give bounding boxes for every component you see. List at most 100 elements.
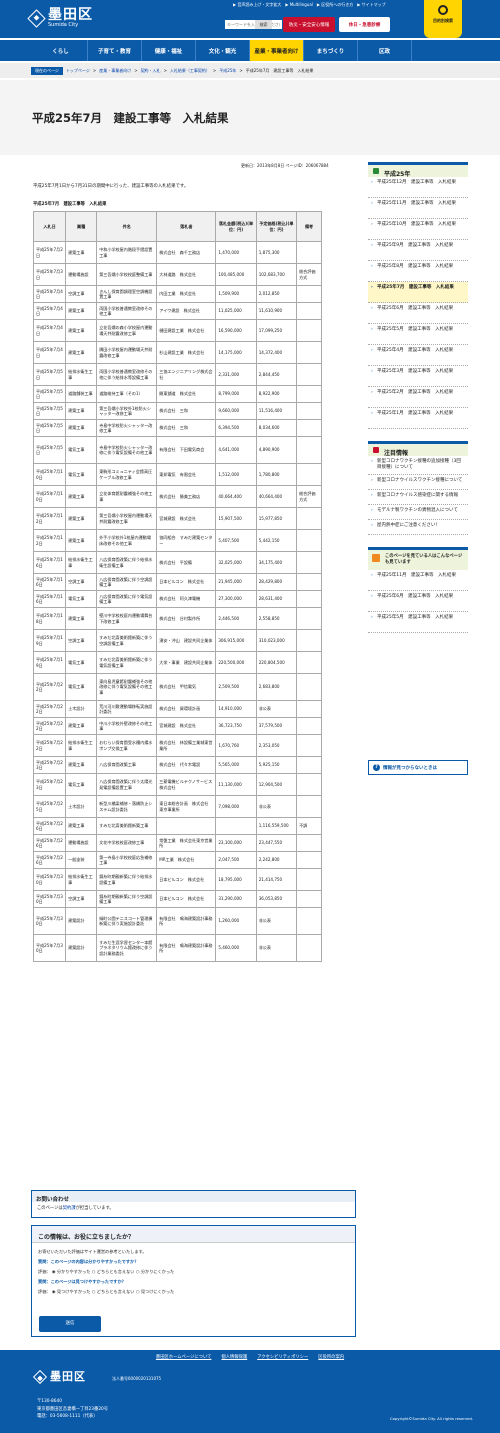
cell-estimate: 40,664,400 xyxy=(255,485,298,508)
footer-link-about[interactable]: 墨田区ホームページについて xyxy=(156,1354,212,1360)
notice-item[interactable]: モデルナ製ワクチンの異物混入について xyxy=(368,505,468,520)
disaster-info-button[interactable]: 防災・安全安心情報 xyxy=(283,17,335,32)
cell-date: 平成25年7月10日 xyxy=(32,485,67,508)
notice-item[interactable]: 新型コロナウイルス感染症に関する情報 xyxy=(368,490,468,505)
breadcrumb-top[interactable]: トップページ xyxy=(66,68,90,74)
radio-neutral-2[interactable]: ○ どちらとも言えない xyxy=(92,1289,135,1294)
col-header-subject: 件名 xyxy=(96,211,158,242)
search-button[interactable]: 検索 xyxy=(255,20,272,29)
search-input[interactable] xyxy=(225,20,282,29)
cell-subject: 寺島中学校防火シャッター改修に伴う電気設備その他工事 xyxy=(96,436,158,464)
radio-hard-to-understand[interactable]: ○ 分かりにくかった xyxy=(136,1269,174,1274)
notice-item[interactable]: 屋内熱中症にご注意ください！ xyxy=(368,520,468,535)
cell-estimate: 11,610,900 xyxy=(255,302,298,320)
cell-date: 平成25年7月16日 xyxy=(32,573,67,591)
footer-link-privacy[interactable]: 個人情報保護 xyxy=(221,1354,247,1360)
sidebar-item-2013-06[interactable]: 平成25年6月 建設工事等 入札結果 xyxy=(368,303,468,324)
breadcrumb-year[interactable]: 平成25年 xyxy=(219,68,236,74)
breadcrumb-business[interactable]: 産業・事業者向け xyxy=(99,68,131,74)
cell-date: 平成25年7月18日 xyxy=(32,607,67,630)
footer-link-office[interactable]: 区役所の案内 xyxy=(318,1354,344,1360)
question-icon: ? xyxy=(373,764,380,771)
cell-amount: 1,470,000 xyxy=(215,241,257,264)
sidebar-item-2013-02[interactable]: 平成25年2月 建設工事等 入札結果 xyxy=(368,387,468,408)
sidebar-item-2013-09[interactable]: 平成25年9月 建設工事等 入札結果 xyxy=(368,240,468,261)
nav-item-life[interactable]: くらし xyxy=(34,40,88,61)
not-found-help-button[interactable]: ? 情報が見つからないときは xyxy=(368,760,468,775)
cell-estimate: 17,099,250 xyxy=(255,319,298,342)
cell-amount: 2,446,500 xyxy=(215,607,257,630)
cell-type: 給排水衛生工事 xyxy=(65,734,98,757)
util-link-voice[interactable]: ▶ 音声読み上げ・文字拡大 xyxy=(233,2,281,8)
breadcrumb-results[interactable]: 入札結果（工事契約） xyxy=(170,68,210,74)
send-button[interactable]: 送信 xyxy=(39,1316,101,1332)
cell-type: 空調工事 xyxy=(65,629,98,652)
purpose-search-button[interactable]: 目的別検索 xyxy=(424,0,462,38)
nav-item-culture[interactable]: 文化・観光 xyxy=(196,40,250,61)
cell-type: 運動場施設 xyxy=(65,263,98,286)
notice-item[interactable]: 新型コロナワクチン接種の追加接種（3回目接種）について xyxy=(368,456,468,475)
radio-easy-to-find[interactable]: ◉ 見つけやすかった xyxy=(52,1289,91,1294)
cell-subject: 立花吾嬬の森小学校屋内運動場天井耐震改修工事 xyxy=(96,319,158,342)
contact-link[interactable]: 契約課 xyxy=(63,1206,76,1211)
util-link-access[interactable]: ▶ 区役所への行き方 xyxy=(317,2,353,8)
sidebar-item-2013-01[interactable]: 平成25年1月 建設工事等 入札結果 xyxy=(368,408,468,429)
nav-item-health[interactable]: 健康・福祉 xyxy=(142,40,196,61)
radio-understandable[interactable]: ◉ 分かりやすかった xyxy=(52,1269,91,1274)
also-viewed-item[interactable]: 平成25年5月 建設工事等 入札結果 xyxy=(368,612,468,633)
also-viewed-item[interactable]: 平成25年6月 建設工事等 入札結果 xyxy=(368,591,468,612)
radio-label: 分かりやすかった xyxy=(56,1269,91,1274)
notice-item[interactable]: 新型コロナウイルスワクチン接種について xyxy=(368,475,468,490)
cell-winner: 株式会社 三和 xyxy=(156,419,217,437)
breadcrumb-contract[interactable]: 契約・入札 xyxy=(141,68,161,74)
cell-type: 建築工事 xyxy=(65,341,98,364)
cell-estimate: 310,023,000 xyxy=(255,629,298,652)
also-viewed-item[interactable]: 平成25年11月 建設工事等 入札結果 xyxy=(368,570,468,591)
radio-neutral[interactable]: ○ どちらとも言えない xyxy=(92,1269,135,1274)
cell-note xyxy=(296,529,322,552)
util-link-multilingual[interactable]: ▶ Multilingual xyxy=(285,2,313,8)
cell-winner: 株式会社 代々木電設 xyxy=(156,756,217,774)
nav-item-childcare[interactable]: 子育て・教育 xyxy=(88,40,142,61)
cell-note xyxy=(296,507,322,530)
contact-box: お問い合わせ このページは契約課が担当しています。 xyxy=(31,1190,356,1218)
cell-date: 平成25年7月16日 xyxy=(32,590,67,608)
sidebar-item-2013-05[interactable]: 平成25年5月 建設工事等 入札結果 xyxy=(368,324,468,345)
footer-link-accessibility[interactable]: アクセシビリティポリシー xyxy=(257,1354,308,1360)
table-row: 平成25年7月26日 建築工事 すみだ北斎美術館新築工事 1,116,559,500 不… xyxy=(32,817,322,835)
table-row: 平成25年7月5日 道路舗装工事 道路維持工事（その1） 開東鋪道 株式会社 8,799… xyxy=(32,385,322,403)
cell-subject: 堅川中学校校庭内運動場舞台下改修工事 xyxy=(96,607,158,630)
contact-text-pre: このページは xyxy=(37,1206,63,1211)
sidebar-item-2013-07[interactable]: 平成25年7月 建設工事等 入札結果 xyxy=(368,282,468,303)
copyright: Copyright©Sumida City. All rights reserv… xyxy=(390,1416,474,1421)
table-row: 平成25年7月16日 給排水衛生工事 八広保育園改築に伴う給排水衛生設備工事 株式会社… xyxy=(32,551,322,574)
nav-item-government[interactable]: 区政 xyxy=(358,40,412,61)
cell-estimate: 12,904,500 xyxy=(255,773,298,796)
cell-date: 平成25年7月30日 xyxy=(32,890,67,908)
cell-subject: 八広保育園改築に伴う太陽光発電設備設置工事 xyxy=(96,773,158,796)
footer-logo-text: 墨田区 xyxy=(50,1370,86,1383)
cell-date: 平成25年7月30日 xyxy=(32,868,67,891)
cell-note xyxy=(296,734,322,757)
cell-estimate: 2,353,050 xyxy=(255,734,298,757)
cell-estimate: 5,925,150 xyxy=(255,756,298,774)
not-found-label: 情報が見つからないときは xyxy=(383,765,437,771)
radio-hard-to-find[interactable]: ○ 見つけにくかった xyxy=(136,1289,174,1294)
site-logo[interactable]: 墨田区 Sumida City xyxy=(27,8,93,28)
contact-title: お問い合わせ xyxy=(32,1191,355,1203)
table-row: 平成25年7月23日 建築工事 八広保育園改築工事 株式会社 代々木電設 5,565,0… xyxy=(32,756,322,774)
sidebar-item-2013-03[interactable]: 平成25年3月 建設工事等 入札結果 xyxy=(368,366,468,387)
sidebar-item-2013-12[interactable]: 平成25年12月 建設工事等 入札結果 xyxy=(368,177,468,198)
nav-item-business[interactable]: 産業・事業者向け xyxy=(250,40,304,61)
util-link-sitemap[interactable]: ▶ サイトマップ xyxy=(357,2,385,8)
sidebar-item-2013-10[interactable]: 平成25年10月 建設工事等 入札結果 xyxy=(368,219,468,240)
cell-date: 平成25年7月10日 xyxy=(32,463,67,486)
holiday-medical-button[interactable]: 休日・急患診療 xyxy=(339,17,390,32)
nav-item-city[interactable]: まちづくり xyxy=(304,40,358,61)
sidebar-item-2013-04[interactable]: 平成25年4月 建設工事等 入札結果 xyxy=(368,345,468,366)
cell-estimate: 1,116,559,500 xyxy=(255,817,298,835)
sidebar-item-2013-08[interactable]: 平成25年8月 建設工事等 入札結果 xyxy=(368,261,468,282)
rating-label: 評価： xyxy=(38,1289,51,1294)
sidebar-item-2013-11[interactable]: 平成25年11月 建設工事等 入札結果 xyxy=(368,198,468,219)
footer-zip: 〒130-8640 xyxy=(37,1399,62,1404)
